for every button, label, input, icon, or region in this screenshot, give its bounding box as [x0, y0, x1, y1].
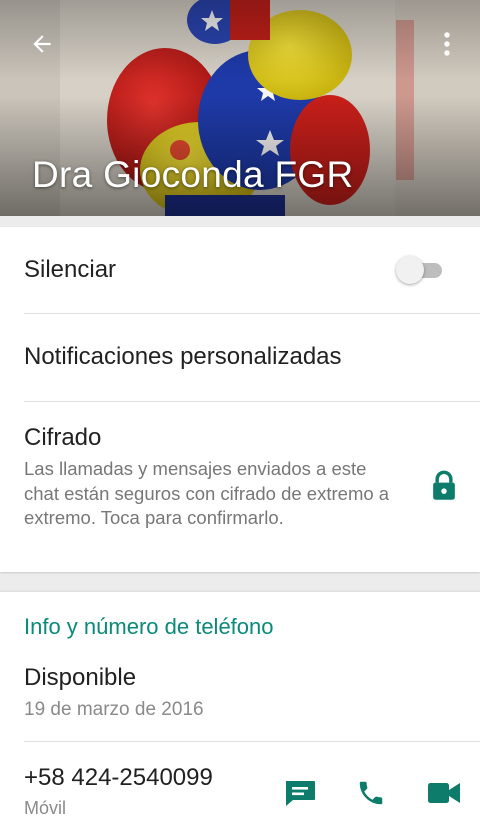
about-status[interactable]: Disponible: [24, 664, 136, 692]
encryption-description: Las llamadas y mensajes enviados a este …: [24, 458, 390, 528]
mute-label: Silenciar: [24, 256, 117, 283]
chat-settings-card: Silenciar Notificaciones personalizadas …: [0, 227, 480, 572]
back-button[interactable]: [22, 24, 62, 64]
more-vert-icon: [444, 32, 450, 56]
divider: [24, 741, 480, 742]
message-icon: [285, 781, 315, 806]
encryption-label: Cifrado: [24, 424, 102, 451]
message-button[interactable]: [282, 776, 318, 810]
custom-notifications-label: Notificaciones personalizadas: [24, 343, 342, 370]
phone-number[interactable]: +58 424-2540099: [24, 764, 213, 792]
custom-notifications-row[interactable]: Notificaciones personalizadas: [0, 314, 480, 401]
video-call-button[interactable]: [426, 776, 462, 810]
arrow-back-icon: [33, 35, 51, 53]
more-options-button[interactable]: [430, 24, 464, 64]
about-date: 19 de marzo de 2016: [24, 699, 204, 720]
phone-type: Móvil: [24, 798, 67, 817]
contact-name: Dra Gioconda FGR: [32, 154, 354, 195]
video-icon: [428, 783, 460, 803]
phone-icon: [359, 781, 383, 805]
mute-row[interactable]: Silenciar: [0, 227, 480, 313]
profile-photo-header[interactable]: Dra Gioconda FGR: [0, 0, 480, 216]
info-section-title: Info y número de teléfono: [24, 614, 274, 639]
lock-icon: [433, 470, 455, 500]
contact-info-card: Info y número de teléfono Disponible 19 …: [0, 592, 480, 817]
voice-call-button[interactable]: [353, 776, 389, 810]
mute-toggle[interactable]: [396, 255, 446, 285]
